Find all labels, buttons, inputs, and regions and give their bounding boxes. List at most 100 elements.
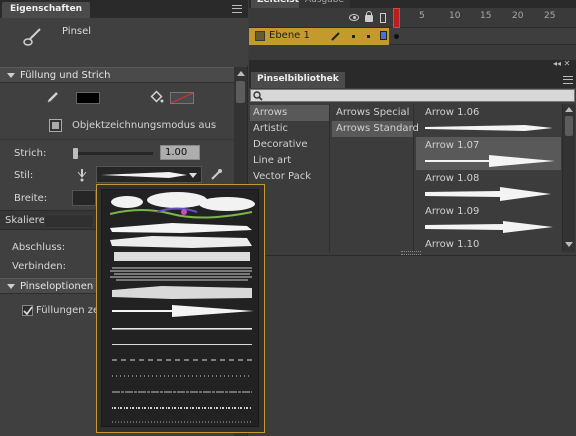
style-label: Stil: <box>14 170 34 181</box>
fill-color-swatch[interactable] <box>170 92 194 104</box>
arrow-brush-preview <box>425 125 553 131</box>
scroll-down-icon[interactable] <box>565 242 573 247</box>
frame-number: 20 <box>512 11 524 21</box>
panel-menu-icon[interactable] <box>563 76 573 84</box>
panel-menu-icon[interactable] <box>232 5 242 13</box>
brush-name: Arrow 1.10 <box>425 239 480 250</box>
outline-icon[interactable] <box>380 13 386 23</box>
style-swatch-line[interactable] <box>112 328 252 330</box>
brush-style-icon <box>76 168 88 182</box>
frame-ruler[interactable]: 1 5 10 15 20 25 <box>389 8 576 28</box>
fill-checkbox-label-clip: Füllungen zeichnen <box>36 305 96 319</box>
library-topbar: ◂◂ ✕ <box>249 59 576 71</box>
layer-header-row <box>249 8 389 28</box>
fill-checkbox[interactable] <box>22 305 33 316</box>
scale-dropdown[interactable] <box>44 214 94 228</box>
visibility-dot[interactable] <box>352 35 355 38</box>
playhead[interactable] <box>393 8 400 28</box>
timeline-panel: Zeitleiste Ausgabe 1 5 10 15 20 25 Ebene… <box>249 0 576 60</box>
width-label: Breite: <box>14 193 48 204</box>
object-drawing-icon[interactable] <box>49 119 62 132</box>
stroke-value-field[interactable]: 1.00 <box>160 145 200 160</box>
style-swatch-brush[interactable] <box>110 223 252 233</box>
stroke-slider-handle[interactable] <box>73 148 78 159</box>
category-item[interactable]: Line art <box>250 153 329 169</box>
frame-track[interactable] <box>389 28 576 45</box>
scroll-up-icon[interactable] <box>237 71 245 76</box>
arrow-brush-preview <box>425 221 553 233</box>
collapse-triangle-icon <box>7 284 15 289</box>
library-search-field[interactable] <box>250 89 575 102</box>
stroke-style-swatches <box>109 192 255 423</box>
properties-header: Eigenschaften <box>0 0 248 18</box>
object-drawing-label: Objektzeichnungsmodus aus <box>72 120 217 131</box>
keyframe-dot[interactable] <box>394 34 399 39</box>
search-icon <box>253 91 263 101</box>
layer-name[interactable]: Ebene 1 <box>269 30 310 41</box>
brush-item[interactable]: Arrow 1.10 <box>416 236 561 252</box>
layer-row[interactable]: Ebene 1 <box>249 28 389 45</box>
category-item[interactable]: Vector Pack <box>250 169 329 185</box>
popup-inner-frame <box>101 189 259 427</box>
object-drawing-row: Objektzeichnungsmodus aus <box>0 112 234 140</box>
tool-name: Pinsel <box>62 26 92 37</box>
eye-icon[interactable] <box>349 14 359 21</box>
brush-item[interactable]: Arrow 1.09 <box>416 203 561 236</box>
stroke-color-swatch[interactable] <box>76 92 100 104</box>
collapse-triangle-icon <box>7 73 15 78</box>
color-row <box>0 84 234 112</box>
scroll-up-icon[interactable] <box>565 107 573 112</box>
fill-stroke-section-header[interactable]: Füllung und Strich <box>0 67 234 83</box>
timeline-bottom-bar <box>249 45 576 60</box>
library-header: Pinselbibliothek <box>249 71 576 88</box>
chevron-down-icon <box>189 173 197 178</box>
style-swatch-arrow[interactable] <box>112 305 254 317</box>
brush-name: Arrow 1.09 <box>425 206 480 217</box>
layer-color-square[interactable] <box>380 31 387 40</box>
subcategory-item[interactable]: Arrows Standard <box>332 121 419 137</box>
subcategory-list: Arrows Special Arrows Standard <box>331 104 419 252</box>
style-swatch-decorative[interactable] <box>109 192 255 219</box>
style-swatch-brush[interactable] <box>110 236 252 248</box>
library-bottom-border <box>249 255 576 256</box>
frame-number: 10 <box>449 11 461 21</box>
scale-row: Skalieren: <box>0 210 96 230</box>
collapse-arrows-icon[interactable]: ◂◂ ✕ <box>553 59 570 68</box>
brush-name: Arrow 1.07 <box>425 140 480 151</box>
width-profile-dropdown[interactable] <box>72 190 96 206</box>
stroke-slider[interactable] <box>73 148 153 159</box>
lock-dot[interactable] <box>367 35 370 38</box>
fill-stroke-section-label: Füllung und Strich <box>20 70 111 81</box>
brush-options-section-label: Pinseloptionen <box>20 281 94 292</box>
paint-bucket-icon <box>150 90 164 104</box>
edit-pencil-icon <box>331 31 341 41</box>
output-tab[interactable]: Ausgabe <box>299 0 351 8</box>
tool-row: Pinsel <box>0 18 248 66</box>
style-swatch-line[interactable] <box>112 344 252 345</box>
arrow-brush-preview <box>425 155 555 167</box>
search-input[interactable] <box>265 90 565 101</box>
brush-name: Arrow 1.08 <box>425 173 480 184</box>
scrollbar-thumb[interactable] <box>236 81 245 103</box>
properties-tab[interactable]: Eigenschaften <box>2 2 91 18</box>
frame-number: 25 <box>544 11 556 21</box>
brush-item[interactable]: Arrow 1.06 <box>416 104 561 137</box>
category-item[interactable]: Arrows <box>250 105 329 121</box>
brush-item[interactable]: Arrow 1.07 <box>416 137 561 170</box>
timeline-tabbar: Zeitleiste Ausgabe <box>249 0 576 8</box>
style-swatch-rough[interactable] <box>114 252 250 261</box>
cap-label: Abschluss: <box>12 242 66 253</box>
lock-icon[interactable] <box>365 11 373 22</box>
category-item[interactable]: Artistic <box>250 121 329 137</box>
brush-item[interactable]: Arrow 1.08 <box>416 170 561 203</box>
brush-options-section-header[interactable]: Pinseloptionen <box>0 278 96 294</box>
eyedropper-icon[interactable] <box>209 168 223 182</box>
style-swatch-hatch[interactable] <box>110 267 252 281</box>
brush-list-scrollbar[interactable] <box>562 104 575 252</box>
library-tab[interactable]: Pinselbibliothek <box>251 72 345 88</box>
category-item[interactable]: Decorative <box>250 137 329 153</box>
subcategory-item[interactable]: Arrows Special <box>332 105 413 121</box>
scrollbar-thumb[interactable] <box>565 116 573 136</box>
style-swatch-chalk[interactable] <box>112 286 252 299</box>
style-dropdown[interactable] <box>96 166 202 183</box>
